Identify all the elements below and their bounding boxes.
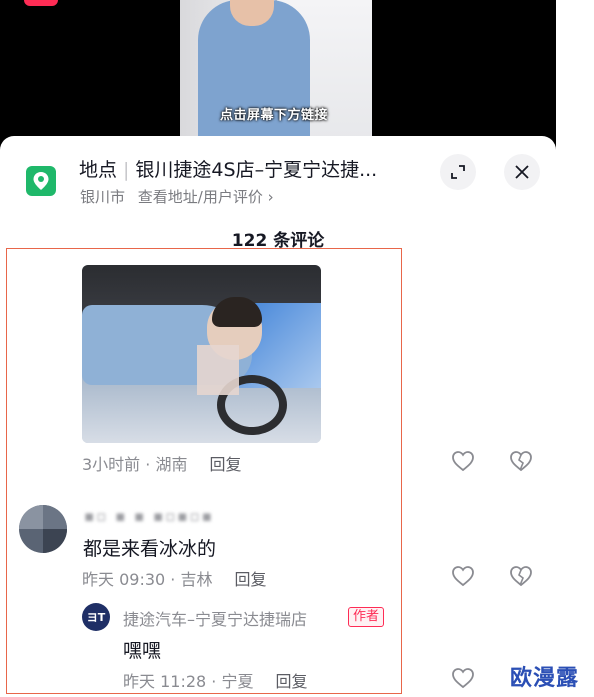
dislike-icon[interactable]	[508, 563, 534, 589]
location-title[interactable]: 地点 | 银川捷途4S店–宁夏宁达捷...	[79, 155, 377, 182]
close-icon	[515, 165, 529, 179]
reply-button[interactable]: 回复	[209, 455, 241, 474]
close-button[interactable]	[504, 154, 540, 190]
title-divider: |	[123, 159, 130, 181]
dislike-icon[interactable]	[508, 448, 534, 474]
reply-button[interactable]: 回复	[275, 672, 307, 691]
watermark: 欧漫露	[510, 666, 580, 691]
reply-text: 嘿嘿	[123, 640, 162, 662]
reply-button[interactable]: 回复	[234, 570, 266, 589]
video-player[interactable]: 点击屏幕下方链接	[0, 0, 556, 150]
like-icon[interactable]	[450, 563, 476, 589]
avatar[interactable]	[19, 505, 67, 553]
reply-meta: 昨天 11:28 · 宁夏 回复	[123, 668, 307, 692]
comment-text: 都是来看冰冰的	[83, 538, 217, 560]
location-name: 银川捷途4S店–宁夏宁达捷...	[135, 159, 378, 181]
video-thumbnail	[180, 0, 372, 150]
video-subtitle: 点击屏幕下方链接	[220, 108, 329, 123]
location-detail-link[interactable]: 查看地址/用户评价 ›	[138, 188, 274, 206]
blurred-face	[197, 345, 239, 395]
comment-image[interactable]	[82, 265, 321, 443]
location-pin-icon	[26, 166, 56, 196]
comment-time-location: 3小时前 · 湖南	[82, 455, 188, 474]
location-subtitle[interactable]: 银川市 查看地址/用户评价 ›	[80, 186, 274, 207]
comment-meta: 昨天 09:30 · 吉林 回复	[82, 566, 266, 590]
location-city: 银川市	[80, 188, 126, 206]
comment-time-location: 昨天 09:30 · 吉林	[82, 570, 213, 589]
reply-username[interactable]: 捷途汽车–宁夏宁达捷瑞店	[123, 606, 307, 630]
video-top-badge	[24, 0, 58, 6]
comment-username[interactable]: ▪▫ ▪ ▪ ▪▫▪▫▪	[84, 507, 214, 525]
expand-button[interactable]	[440, 154, 476, 190]
author-badge: 作者	[348, 607, 385, 627]
comment-meta: 3小时前 · 湖南 回复	[82, 451, 241, 475]
video-area[interactable]: 点击屏幕下方链接	[0, 0, 594, 150]
expand-icon	[451, 165, 465, 179]
like-icon[interactable]	[450, 665, 476, 691]
location-label: 地点	[79, 159, 118, 181]
like-icon[interactable]	[450, 448, 476, 474]
author-avatar[interactable]: ヨT	[82, 603, 110, 631]
reply-time-location: 昨天 11:28 · 宁夏	[123, 672, 254, 691]
